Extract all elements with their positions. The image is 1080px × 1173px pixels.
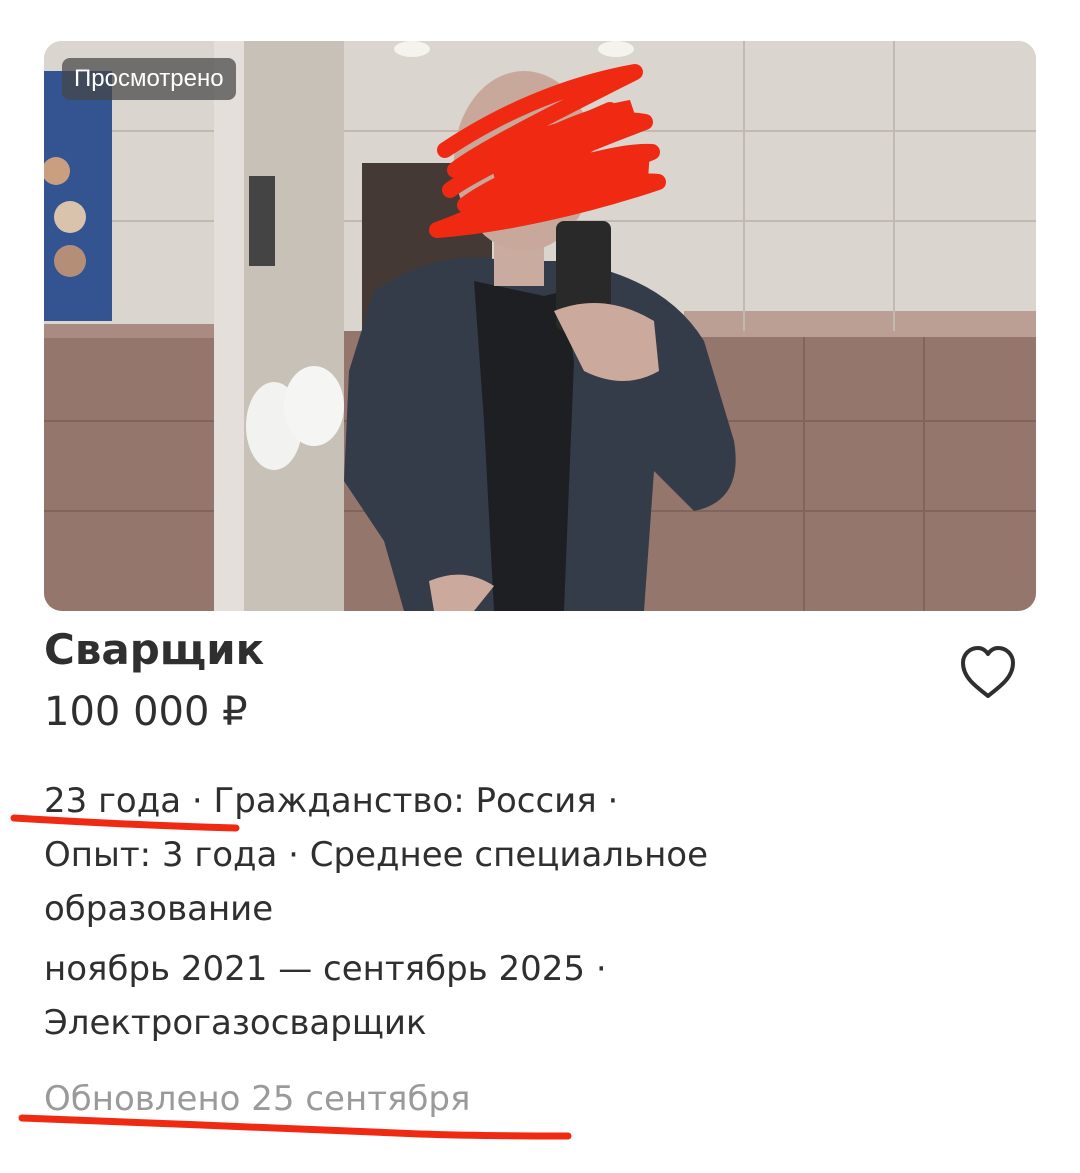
listing-card[interactable]: Просмотрено Сварщик 100 000 ₽ 23 года · … — [0, 0, 1080, 1173]
separator-dot: · — [181, 781, 214, 821]
listing-price: 100 000 ₽ — [44, 689, 248, 735]
viewed-badge: Просмотрено — [62, 58, 236, 100]
heart-outline-icon — [961, 646, 1015, 698]
education-text: образование — [44, 889, 274, 929]
work-period-text: ноябрь 2021 — сентябрь 2025 · — [44, 949, 607, 989]
photo-image — [44, 41, 1036, 611]
age-text: 23 года — [44, 781, 182, 821]
listing-details: 23 года · Гражданство: Россия · Опыт: 3 … — [44, 774, 924, 1050]
updated-date: Обновлено 25 сентября — [44, 1079, 471, 1119]
work-position-text: Электрогазосварщик — [44, 1003, 427, 1043]
citizenship-text: Гражданство: Россия · — [213, 781, 619, 821]
favorite-button[interactable] — [955, 640, 1021, 706]
listing-photo[interactable] — [44, 41, 1036, 611]
experience-text: Опыт: 3 года · Среднее специальное — [44, 835, 709, 875]
details-line-1: 23 года · Гражданство: Россия · — [44, 774, 924, 828]
listing-title[interactable]: Сварщик — [44, 622, 264, 678]
